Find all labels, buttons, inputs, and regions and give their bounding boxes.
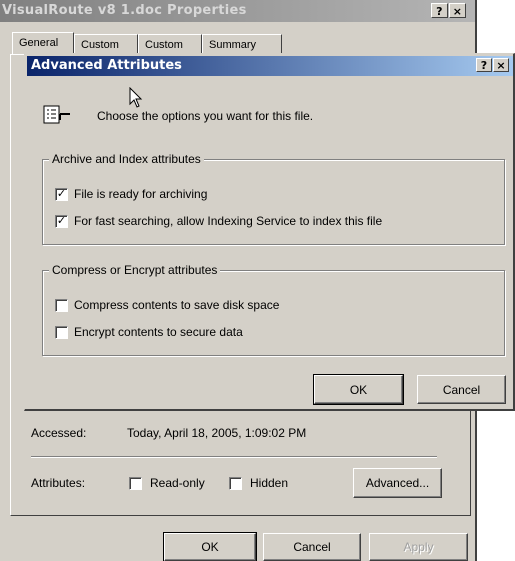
properties-title: VisualRoute v8 1.doc Properties <box>2 3 247 18</box>
properties-cancel-button[interactable]: Cancel <box>263 533 361 561</box>
mouse-pointer-icon <box>129 86 143 109</box>
tab-general[interactable]: General <box>12 32 74 54</box>
advanced-button[interactable]: Advanced... <box>353 468 442 498</box>
intro-text: Choose the options you want for this fil… <box>97 109 314 123</box>
advanced-titlebar[interactable]: Advanced Attributes ? × <box>27 56 513 76</box>
encrypt-label: Encrypt contents to secure data <box>74 325 243 339</box>
attributes-label: Attributes: <box>31 476 86 490</box>
indexing-label: For fast searching, allow Indexing Servi… <box>74 214 383 228</box>
tab-summary[interactable]: Summary <box>202 34 282 54</box>
indexing-checkbox[interactable]: ✓ <box>55 215 68 228</box>
compress-checkbox[interactable] <box>55 299 68 312</box>
properties-close-button[interactable]: × <box>449 3 466 18</box>
properties-tab-strip: General Custom Custom Summary <box>12 32 472 54</box>
properties-titlebar[interactable]: VisualRoute v8 1.doc Properties ? × <box>0 0 475 22</box>
compress-encrypt-group: Compress or Encrypt attributes Compress … <box>42 263 505 356</box>
advanced-attributes-dialog: Advanced Attributes ? × Choose the optio… <box>24 53 515 411</box>
encrypt-checkbox[interactable] <box>55 326 68 339</box>
properties-apply-button[interactable]: Apply <box>369 533 468 561</box>
checkmark-icon: ✓ <box>56 215 67 227</box>
compress-label: Compress contents to save disk space <box>74 298 280 312</box>
archive-index-group: Archive and Index attributes ✓ File is r… <box>42 152 505 245</box>
accessed-value: Today, April 18, 2005, 1:09:02 PM <box>127 426 307 440</box>
accessed-label: Accessed: <box>31 426 87 440</box>
archiving-checkbox[interactable]: ✓ <box>55 188 68 201</box>
readonly-checkbox[interactable] <box>129 477 142 490</box>
properties-help-button[interactable]: ? <box>431 3 448 18</box>
advanced-help-button[interactable]: ? <box>476 58 492 72</box>
advanced-close-button[interactable]: × <box>493 58 509 72</box>
advanced-cancel-button[interactable]: Cancel <box>417 375 506 404</box>
hidden-checkbox[interactable] <box>229 477 242 490</box>
archiving-label: File is ready for archiving <box>74 187 208 201</box>
properties-ok-button[interactable]: OK <box>163 532 257 561</box>
compress-group-legend: Compress or Encrypt attributes <box>49 263 221 277</box>
archive-group-legend: Archive and Index attributes <box>49 152 204 166</box>
checkmark-icon: ✓ <box>56 188 67 200</box>
tab-custom-1[interactable]: Custom <box>74 34 138 54</box>
readonly-label: Read-only <box>150 476 205 490</box>
hidden-label: Hidden <box>250 476 289 490</box>
advanced-title: Advanced Attributes <box>31 58 182 73</box>
advanced-ok-button[interactable]: OK <box>313 374 404 405</box>
tab-custom-2[interactable]: Custom <box>138 34 202 54</box>
separator <box>31 456 437 458</box>
file-attributes-icon <box>43 105 71 125</box>
